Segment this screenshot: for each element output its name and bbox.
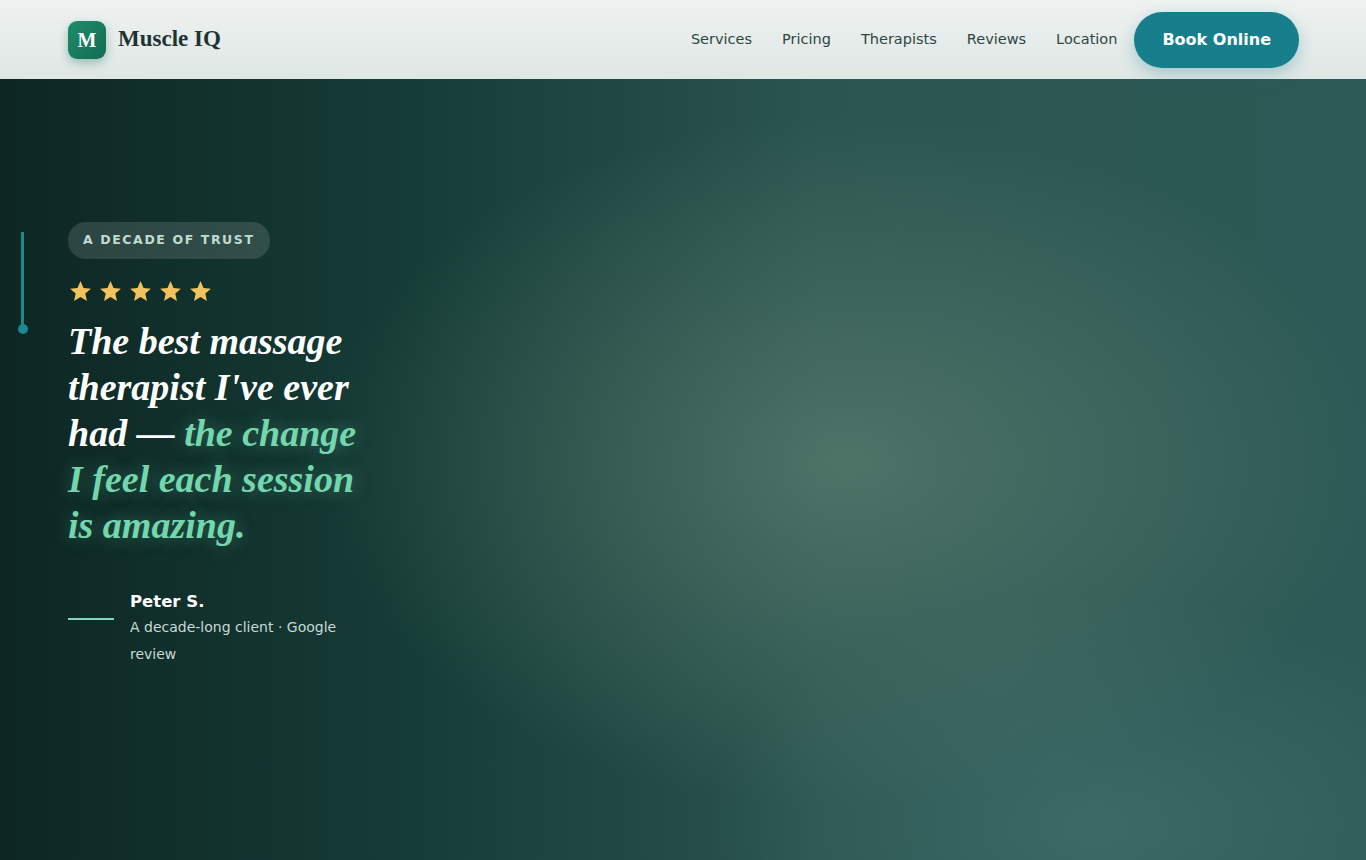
author-detail: A decade-long client · Google review: [130, 614, 340, 668]
brand-name: Muscle IQ: [118, 22, 221, 57]
hero-section: A DECADE OF TRUST The best massage therap…: [0, 0, 1366, 860]
brand[interactable]: M Muscle IQ: [68, 21, 221, 59]
author-name: Peter S.: [130, 590, 340, 614]
nav-link[interactable]: Location: [1041, 29, 1132, 51]
nav-link[interactable]: Services: [676, 29, 767, 51]
testimonial: A DECADE OF TRUST The best massage therap…: [0, 0, 420, 668]
nav-link[interactable]: Pricing: [767, 29, 846, 51]
star-icon: [68, 279, 93, 304]
star-icon: [158, 279, 183, 304]
star-rating: [68, 279, 420, 304]
nav-link[interactable]: Therapists: [846, 29, 952, 51]
slide-indicator-dot: [18, 324, 28, 334]
star-icon: [128, 279, 153, 304]
nav-link[interactable]: Reviews: [952, 29, 1041, 51]
author-dash: [68, 618, 114, 620]
nav-links: ServicesPricingTherapistsReviewsLocation…: [676, 12, 1299, 68]
logo-icon: M: [68, 21, 106, 59]
slide-indicator: [21, 232, 24, 330]
testimonial-quote: The best massage therapist I've ever had…: [68, 318, 368, 548]
trust-badge: A DECADE OF TRUST: [68, 222, 270, 259]
top-navbar: M Muscle IQ ServicesPricingTherapistsRevie…: [0, 0, 1366, 79]
star-icon: [98, 279, 123, 304]
author-info: Peter S.A decade-long client · Google re…: [130, 590, 340, 668]
star-icon: [188, 279, 213, 304]
book-online-button[interactable]: Book Online: [1134, 12, 1299, 68]
review-author: Peter S.A decade-long client · Google re…: [68, 590, 420, 668]
